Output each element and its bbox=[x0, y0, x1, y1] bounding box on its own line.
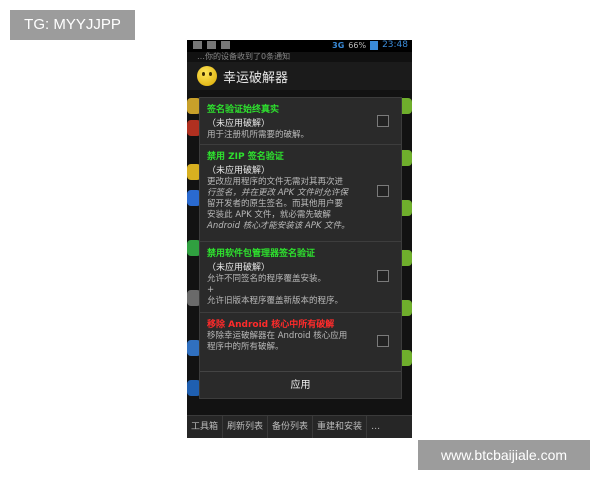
battery-icon bbox=[370, 40, 379, 50]
option-description: 更改应用程序的文件无需对其再次进 行签名，并在更改 APK 文件时允许保 留开发… bbox=[207, 177, 350, 231]
apply-button[interactable]: 应用 bbox=[200, 372, 401, 399]
option-title: 签名验证始终真实 bbox=[207, 105, 280, 115]
app-bar: 幸运破解器 bbox=[187, 62, 412, 91]
list-left-edge bbox=[187, 90, 201, 415]
option-title: 禁用 ZIP 签名验证 bbox=[207, 152, 284, 162]
option-checkbox[interactable] bbox=[377, 185, 389, 197]
option-signature-always-true[interactable]: 签名验证始终真实 （未应用破解） 用于注册机所需要的破解。 bbox=[200, 98, 401, 145]
option-description: 移除幸运破解器在 Android 核心应用 程序中的所有破解。 bbox=[207, 331, 348, 352]
option-disable-pm-signature[interactable]: 禁用软件包管理器签名验证 （未应用破解） 允许不同签名的程序覆盖安装。 + 允许… bbox=[200, 242, 401, 313]
option-checkbox[interactable] bbox=[377, 115, 389, 127]
image-icon bbox=[207, 41, 216, 49]
tab-rebuild-install[interactable]: 重建和安装 bbox=[313, 416, 368, 438]
option-checkbox[interactable] bbox=[377, 335, 389, 347]
tab-toolbox[interactable]: 工具箱 bbox=[187, 416, 224, 438]
option-status: （未应用破解） bbox=[207, 119, 271, 129]
notification-text: …你的设备收到了0条通知 bbox=[197, 52, 291, 61]
option-title: 禁用软件包管理器签名验证 bbox=[207, 249, 316, 259]
patch-dialog: 签名验证始终真实 （未应用破解） 用于注册机所需要的破解。 禁用 ZIP 签名验… bbox=[199, 97, 402, 399]
smiley-icon bbox=[197, 66, 217, 86]
option-status: （未应用破解） bbox=[207, 166, 271, 176]
clock: 23:48 bbox=[382, 40, 408, 50]
watermark-bottom: www.btcbaijiale.com bbox=[418, 440, 590, 470]
watermark-top: TG: MYYJJPP bbox=[10, 10, 135, 40]
tab-more[interactable]: … bbox=[367, 416, 384, 438]
option-checkbox[interactable] bbox=[377, 270, 389, 282]
notification-icon bbox=[193, 41, 202, 49]
bottom-toolbar: 工具箱 刷新列表 备份列表 重建和安装 … bbox=[187, 415, 412, 438]
status-bar: 3G 66% 23:48 bbox=[187, 40, 412, 52]
phone-screen: 3G 66% 23:48 …你的设备收到了0条通知 幸运破解器 签名验证始终真实… bbox=[187, 40, 412, 438]
option-description: 用于注册机所需要的破解。 bbox=[207, 130, 310, 140]
option-description: 允许不同签名的程序覆盖安装。 + 允许旧版本程序覆盖新版本的程序。 bbox=[207, 274, 344, 306]
option-title: 移除 Android 核心中所有破解 bbox=[207, 320, 335, 330]
network-indicator: 3G bbox=[332, 40, 345, 50]
tab-backup-list[interactable]: 备份列表 bbox=[268, 416, 314, 438]
option-disable-zip-signature[interactable]: 禁用 ZIP 签名验证 （未应用破解） 更改应用程序的文件无需对其再次进 行签名… bbox=[200, 145, 401, 242]
option-status: （未应用破解） bbox=[207, 263, 271, 273]
app-title: 幸运破解器 bbox=[223, 71, 289, 86]
option-remove-all-patches[interactable]: 移除 Android 核心中所有破解 移除幸运破解器在 Android 核心应用… bbox=[200, 313, 401, 370]
battery-percent: 66% bbox=[348, 40, 367, 50]
dialog-footer: 应用 bbox=[200, 371, 401, 399]
tab-refresh-list[interactable]: 刷新列表 bbox=[223, 416, 269, 438]
mail-icon bbox=[221, 41, 230, 49]
